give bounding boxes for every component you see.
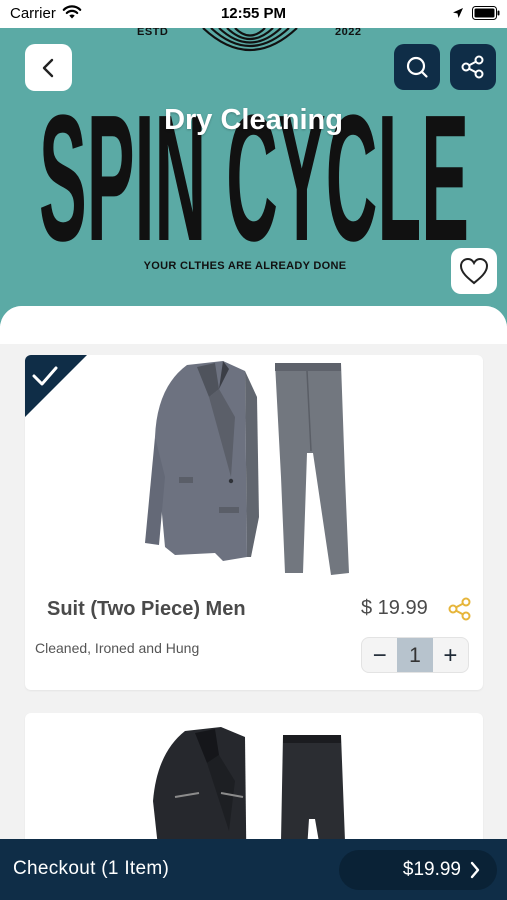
- product-description: Cleaned, Ironed and Hung: [35, 640, 200, 656]
- checkout-bar[interactable]: Checkout (1 Item) $19.99: [0, 839, 507, 900]
- product-list-sheet: Suit (Two Piece) Men $ 19.99 Cleaned, Ir…: [0, 306, 507, 900]
- search-button[interactable]: [394, 44, 440, 90]
- favorite-button[interactable]: [451, 248, 497, 294]
- heart-icon: [459, 257, 489, 285]
- battery-icon: [472, 6, 500, 20]
- share-button[interactable]: [450, 44, 496, 90]
- status-time: 12:55 PM: [220, 5, 287, 22]
- sheet-header-area: [0, 306, 507, 344]
- location-arrow-icon: [453, 8, 463, 18]
- decrement-button[interactable]: −: [362, 638, 397, 672]
- status-bar: Carrier 12:55 PM: [0, 0, 507, 28]
- checkout-total: $19.99: [402, 859, 461, 880]
- selected-check-icon: [25, 355, 87, 417]
- page-title: Dry Cleaning: [164, 104, 343, 136]
- product-price: $ 19.99: [361, 597, 428, 619]
- product-card[interactable]: Suit (Two Piece) Men $ 19.99 Cleaned, Ir…: [25, 355, 483, 690]
- brand-tagline: YOUR CLTHES ARE ALREADY DONE: [143, 260, 347, 272]
- chevron-left-icon: [42, 58, 53, 77]
- grey-two-piece-suit-image: [145, 361, 349, 575]
- quantity-stepper: − 1 +: [361, 637, 469, 673]
- checkout-button[interactable]: Checkout (1 Item): [13, 858, 169, 880]
- product-name: Suit (Two Piece) Men: [47, 598, 246, 620]
- share-icon: [461, 55, 484, 79]
- back-button[interactable]: [25, 44, 72, 91]
- share-icon[interactable]: [447, 596, 473, 622]
- search-icon: [406, 56, 428, 78]
- chevron-right-icon: [470, 861, 480, 879]
- checkout-total-button[interactable]: $19.99: [339, 850, 497, 890]
- quantity-value: 1: [397, 638, 433, 672]
- hero-banner: ESTD 2022 SPIN CYCLE YOUR CLTHES ARE ALR…: [0, 26, 507, 326]
- increment-button[interactable]: +: [433, 638, 468, 672]
